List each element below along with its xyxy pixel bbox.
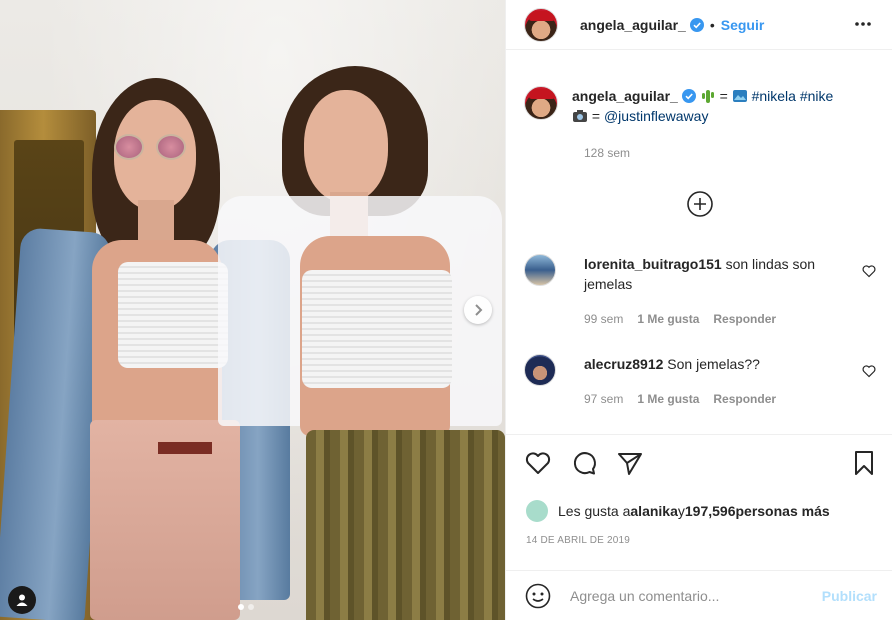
bookmark-icon[interactable] [850, 449, 878, 477]
post-header: angela_aguilar_ • Seguir [506, 0, 892, 50]
carousel-dot-active [238, 604, 244, 610]
comment-body: lorenita_buitrago151 son lindas son jeme… [584, 254, 854, 294]
comment-time[interactable]: 97 sem [584, 392, 623, 406]
caption-username[interactable]: angela_aguilar_ [572, 88, 678, 104]
load-more-plus-icon[interactable] [686, 190, 714, 218]
carousel-next-icon [475, 304, 483, 316]
carousel-indicator [238, 604, 254, 610]
user-tag-button[interactable] [8, 586, 36, 614]
publish-comment-button[interactable]: Publicar [822, 588, 877, 604]
right-face [304, 90, 388, 202]
carousel-dot [248, 604, 254, 610]
post-side-panel: angela_aguilar_ • Seguir angela_aguilar_… [505, 0, 892, 620]
liker-avatar[interactable] [526, 500, 548, 522]
left-belt-strap [158, 442, 212, 454]
comment-username[interactable]: alecruz8912 [584, 356, 663, 372]
share-icon[interactable] [616, 449, 644, 477]
comment-like-heart-icon[interactable] [862, 364, 876, 378]
comment-meta: 99 sem 1 Me gusta Responder [584, 312, 776, 326]
likes-count[interactable]: 197,596 [685, 503, 736, 519]
right-white-top [302, 270, 452, 388]
comment-likes[interactable]: 1 Me gusta [637, 312, 699, 326]
likes-summary: Les gusta a alanika y 197,596 personas m… [526, 500, 830, 522]
likes-prefix: Les gusta a [558, 503, 631, 519]
caption-mention[interactable]: @justinflewaway [604, 108, 708, 124]
add-comment-bar: Publicar [506, 570, 892, 620]
comment-like-heart-icon[interactable] [862, 264, 876, 278]
comment-text: Son jemelas?? [663, 356, 760, 372]
comment-input[interactable] [570, 587, 800, 604]
comment-item: lorenita_buitrago151 son lindas son jeme… [524, 254, 884, 326]
author-avatar[interactable] [524, 7, 558, 42]
caption-equals: = [715, 88, 732, 104]
post-photo[interactable] [0, 0, 505, 620]
comment-likes[interactable]: 1 Me gusta [637, 392, 699, 406]
cactus-emoji-icon [701, 90, 714, 103]
carousel-next-button[interactable] [464, 296, 492, 324]
picture-emoji-icon [732, 90, 747, 102]
author-username[interactable]: angela_aguilar_ [580, 17, 686, 33]
likes-suffix[interactable]: personas más [735, 503, 829, 519]
comment-meta: 97 sem 1 Me gusta Responder [584, 392, 776, 406]
comment-time[interactable]: 99 sem [584, 312, 623, 326]
left-white-top [118, 262, 228, 368]
post-date[interactable]: 14 DE ABRIL DE 2019 [526, 535, 630, 546]
follow-button[interactable]: Seguir [721, 17, 765, 33]
camera-emoji-icon [573, 110, 587, 122]
caption-author-avatar[interactable] [524, 86, 558, 120]
olive-pleated-skirt [306, 430, 505, 620]
caption-timestamp[interactable]: 128 sem [584, 146, 630, 160]
commenter-avatar[interactable] [524, 354, 556, 386]
verified-badge-icon [689, 17, 704, 32]
smile-emoji-icon[interactable] [524, 582, 552, 610]
comment-icon[interactable] [570, 449, 598, 477]
comment-reply-button[interactable]: Responder [713, 392, 776, 406]
post-actions-bar [506, 434, 892, 494]
comment-body: alecruz8912 Son jemelas?? [584, 354, 854, 374]
caption-equals-2: = [588, 108, 604, 124]
comment-item: alecruz8912 Son jemelas?? 97 sem 1 Me gu… [524, 354, 884, 406]
comment-username[interactable]: lorenita_buitrago151 [584, 256, 722, 272]
verified-badge-icon [681, 89, 696, 103]
header-separator: • [709, 16, 715, 33]
liker-username[interactable]: alanika [630, 503, 677, 519]
caption-hashtags[interactable]: #nikela #nike [752, 88, 834, 104]
post-caption: angela_aguilar_ = #nikela #nike = @justi… [524, 86, 884, 126]
heart-icon[interactable] [524, 449, 552, 477]
sunglasses [114, 134, 186, 160]
more-options-icon[interactable] [853, 14, 873, 34]
user-tag-icon [16, 594, 28, 606]
likes-middle: y [677, 503, 685, 519]
caption-text: angela_aguilar_ = #nikela #nike = @justi… [572, 86, 872, 126]
comment-reply-button[interactable]: Responder [713, 312, 776, 326]
commenter-avatar[interactable] [524, 254, 556, 286]
